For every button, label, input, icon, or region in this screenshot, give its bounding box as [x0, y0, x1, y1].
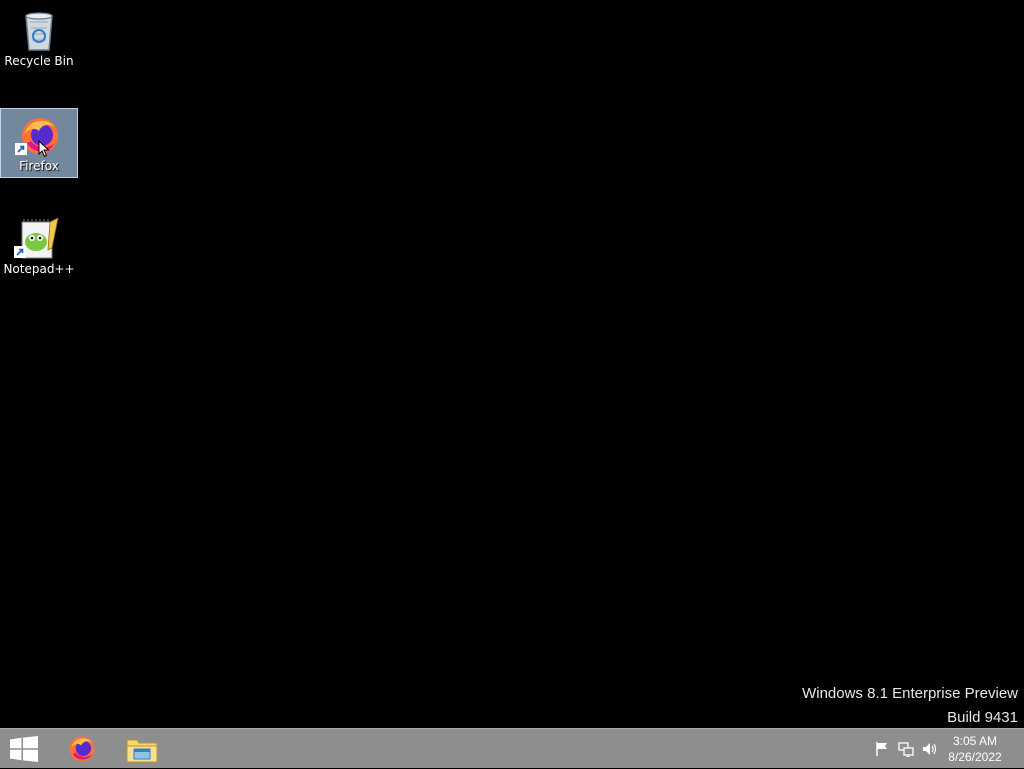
watermark-edition: Windows 8.1 Enterprise Preview — [802, 685, 1018, 702]
windows-logo-icon — [10, 736, 38, 762]
flag-icon[interactable] — [874, 741, 890, 757]
volume-icon[interactable] — [922, 741, 938, 757]
recycle-bin-icon — [25, 12, 53, 51]
file-explorer-icon — [126, 739, 158, 763]
recycle-bin-label: Recycle Bin — [4, 54, 74, 68]
taskbar-clock[interactable]: 3:05 AM 8/26/2022 — [940, 733, 1010, 765]
shortcut-arrow-icon — [14, 246, 26, 258]
notepad-plus-plus-shortcut[interactable]: Notepad++ — [0, 212, 78, 282]
firefox-icon — [69, 736, 95, 762]
desktop[interactable]: Recycle Bin Firefox Notepad++ Windows 8.… — [0, 0, 1024, 728]
start-button[interactable] — [0, 729, 48, 769]
taskbar: 3:05 AM 8/26/2022 — [0, 728, 1024, 768]
windows-edition-watermark: Windows 8.1 Enterprise Preview Build 943… — [802, 682, 1018, 730]
recycle-bin-shortcut[interactable]: Recycle Bin — [0, 4, 78, 74]
watermark-build: Build 9431 — [947, 709, 1018, 726]
shortcut-arrow-icon — [15, 143, 27, 155]
mouse-cursor-icon — [38, 140, 50, 158]
network-icon[interactable] — [898, 741, 914, 757]
notepad-plus-plus-label: Notepad++ — [3, 262, 75, 276]
taskbar-file-explorer-button[interactable] — [118, 729, 166, 769]
clock-time: 3:05 AM — [952, 734, 998, 748]
taskbar-firefox-button[interactable] — [58, 729, 106, 769]
clock-date: 8/26/2022 — [948, 750, 1002, 764]
firefox-label: Firefox — [19, 159, 59, 173]
